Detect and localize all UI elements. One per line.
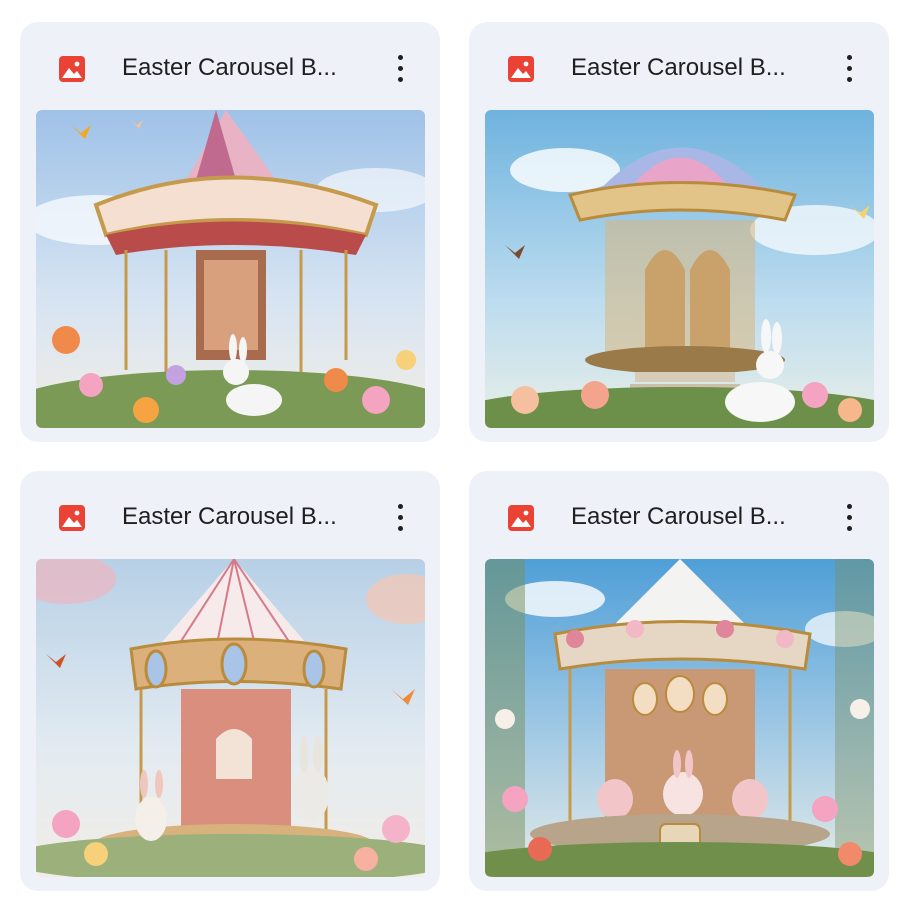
more-options-button[interactable] xyxy=(384,499,416,535)
file-title[interactable]: Easter Carousel B... xyxy=(571,52,811,84)
file-card-header: Easter Carousel B... xyxy=(20,22,440,110)
file-title[interactable]: Easter Carousel B... xyxy=(571,501,811,533)
file-card[interactable]: Easter Carousel B... xyxy=(469,471,889,891)
file-thumbnail[interactable] xyxy=(485,110,874,428)
file-thumbnail[interactable] xyxy=(36,110,425,428)
image-file-icon xyxy=(59,505,85,531)
more-options-button[interactable] xyxy=(833,499,865,535)
more-vert-icon xyxy=(397,54,403,60)
file-thumbnail[interactable] xyxy=(485,559,874,877)
file-card[interactable]: Easter Carousel B... xyxy=(20,22,440,442)
image-file-icon xyxy=(508,56,534,82)
more-options-button[interactable] xyxy=(384,50,416,86)
more-vert-icon xyxy=(846,54,852,60)
file-card-header: Easter Carousel B... xyxy=(469,471,889,559)
file-card[interactable]: Easter Carousel B... xyxy=(20,471,440,891)
image-file-icon xyxy=(59,56,85,82)
more-options-button[interactable] xyxy=(833,50,865,86)
image-file-icon xyxy=(508,505,534,531)
file-card-header: Easter Carousel B... xyxy=(20,471,440,559)
file-title[interactable]: Easter Carousel B... xyxy=(122,501,362,533)
file-grid: Easter Carousel B... Easter Carousel B..… xyxy=(0,0,910,904)
more-vert-icon xyxy=(397,503,403,509)
more-vert-icon xyxy=(846,503,852,509)
file-title[interactable]: Easter Carousel B... xyxy=(122,52,362,84)
file-thumbnail[interactable] xyxy=(36,559,425,877)
file-card[interactable]: Easter Carousel B... xyxy=(469,22,889,442)
file-card-header: Easter Carousel B... xyxy=(469,22,889,110)
